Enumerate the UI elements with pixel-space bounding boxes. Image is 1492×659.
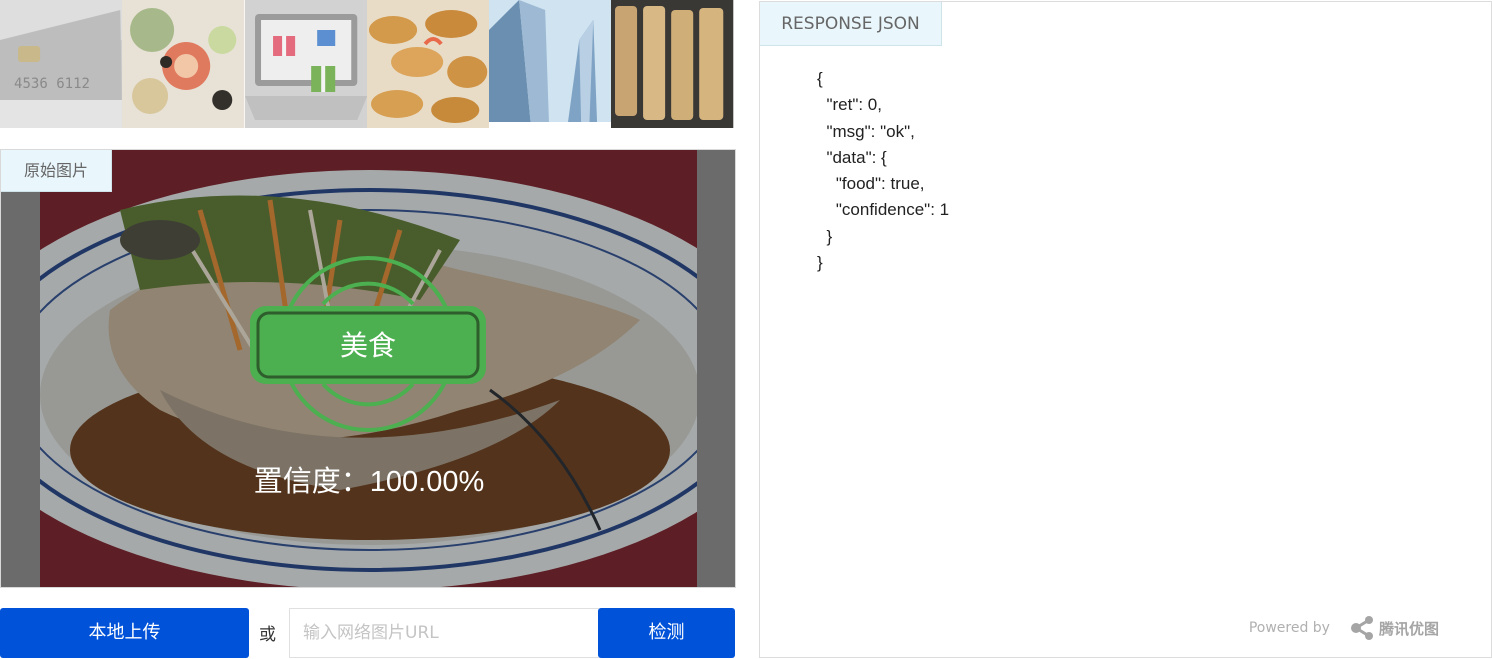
sample-thumbnail-strip: 4536 6112 xyxy=(0,0,734,128)
youtu-logo-icon xyxy=(1350,616,1373,640)
original-image-panel: 原始图片 美食 置信度：100.00% xyxy=(0,149,736,588)
powered-by-footer: Powered by 腾讯优图 xyxy=(1249,615,1439,641)
thumbnail-skyscraper[interactable] xyxy=(489,0,612,128)
confidence-text: 置信度：100.00% xyxy=(1,458,735,500)
powered-by-label: Powered by xyxy=(1248,620,1330,636)
food-detection-demo: 4536 6112 原始图片 美食 置信度：100.00% 本地上传 或 输入网… xyxy=(0,0,1492,659)
food-result-label: 美食 xyxy=(339,329,396,362)
thumbnail-appetizer[interactable] xyxy=(122,0,245,128)
svg-text:4536 6112: 4536 6112 xyxy=(14,76,90,92)
confidence-value: 100.00% xyxy=(369,466,485,498)
local-upload-button[interactable]: 本地上传 xyxy=(0,608,249,658)
thumbnail-credit-card[interactable]: 4536 6112 xyxy=(0,0,123,128)
response-json-content: { "ret": 0, "msg": "ok", "data": { "food… xyxy=(817,69,950,273)
thumbnail-gift-laptop[interactable] xyxy=(244,0,367,128)
brand-name: 腾讯优图 xyxy=(1378,619,1439,638)
detect-button[interactable]: 检测 xyxy=(598,608,735,658)
response-json-panel: RESPONSE JSON { "ret": 0, "msg": "ok", "… xyxy=(759,1,1492,658)
thumbnail-fried-rolls[interactable] xyxy=(366,0,490,128)
or-label: 或 xyxy=(259,625,276,645)
food-result-badge: 美食 xyxy=(248,250,488,438)
response-json-tab: RESPONSE JSON xyxy=(760,2,942,46)
confidence-prefix: 置信度： xyxy=(253,466,370,498)
original-image-tab: 原始图片 xyxy=(1,150,112,192)
thumbnail-fried-pork[interactable] xyxy=(611,0,734,128)
image-url-input[interactable] xyxy=(289,608,599,658)
